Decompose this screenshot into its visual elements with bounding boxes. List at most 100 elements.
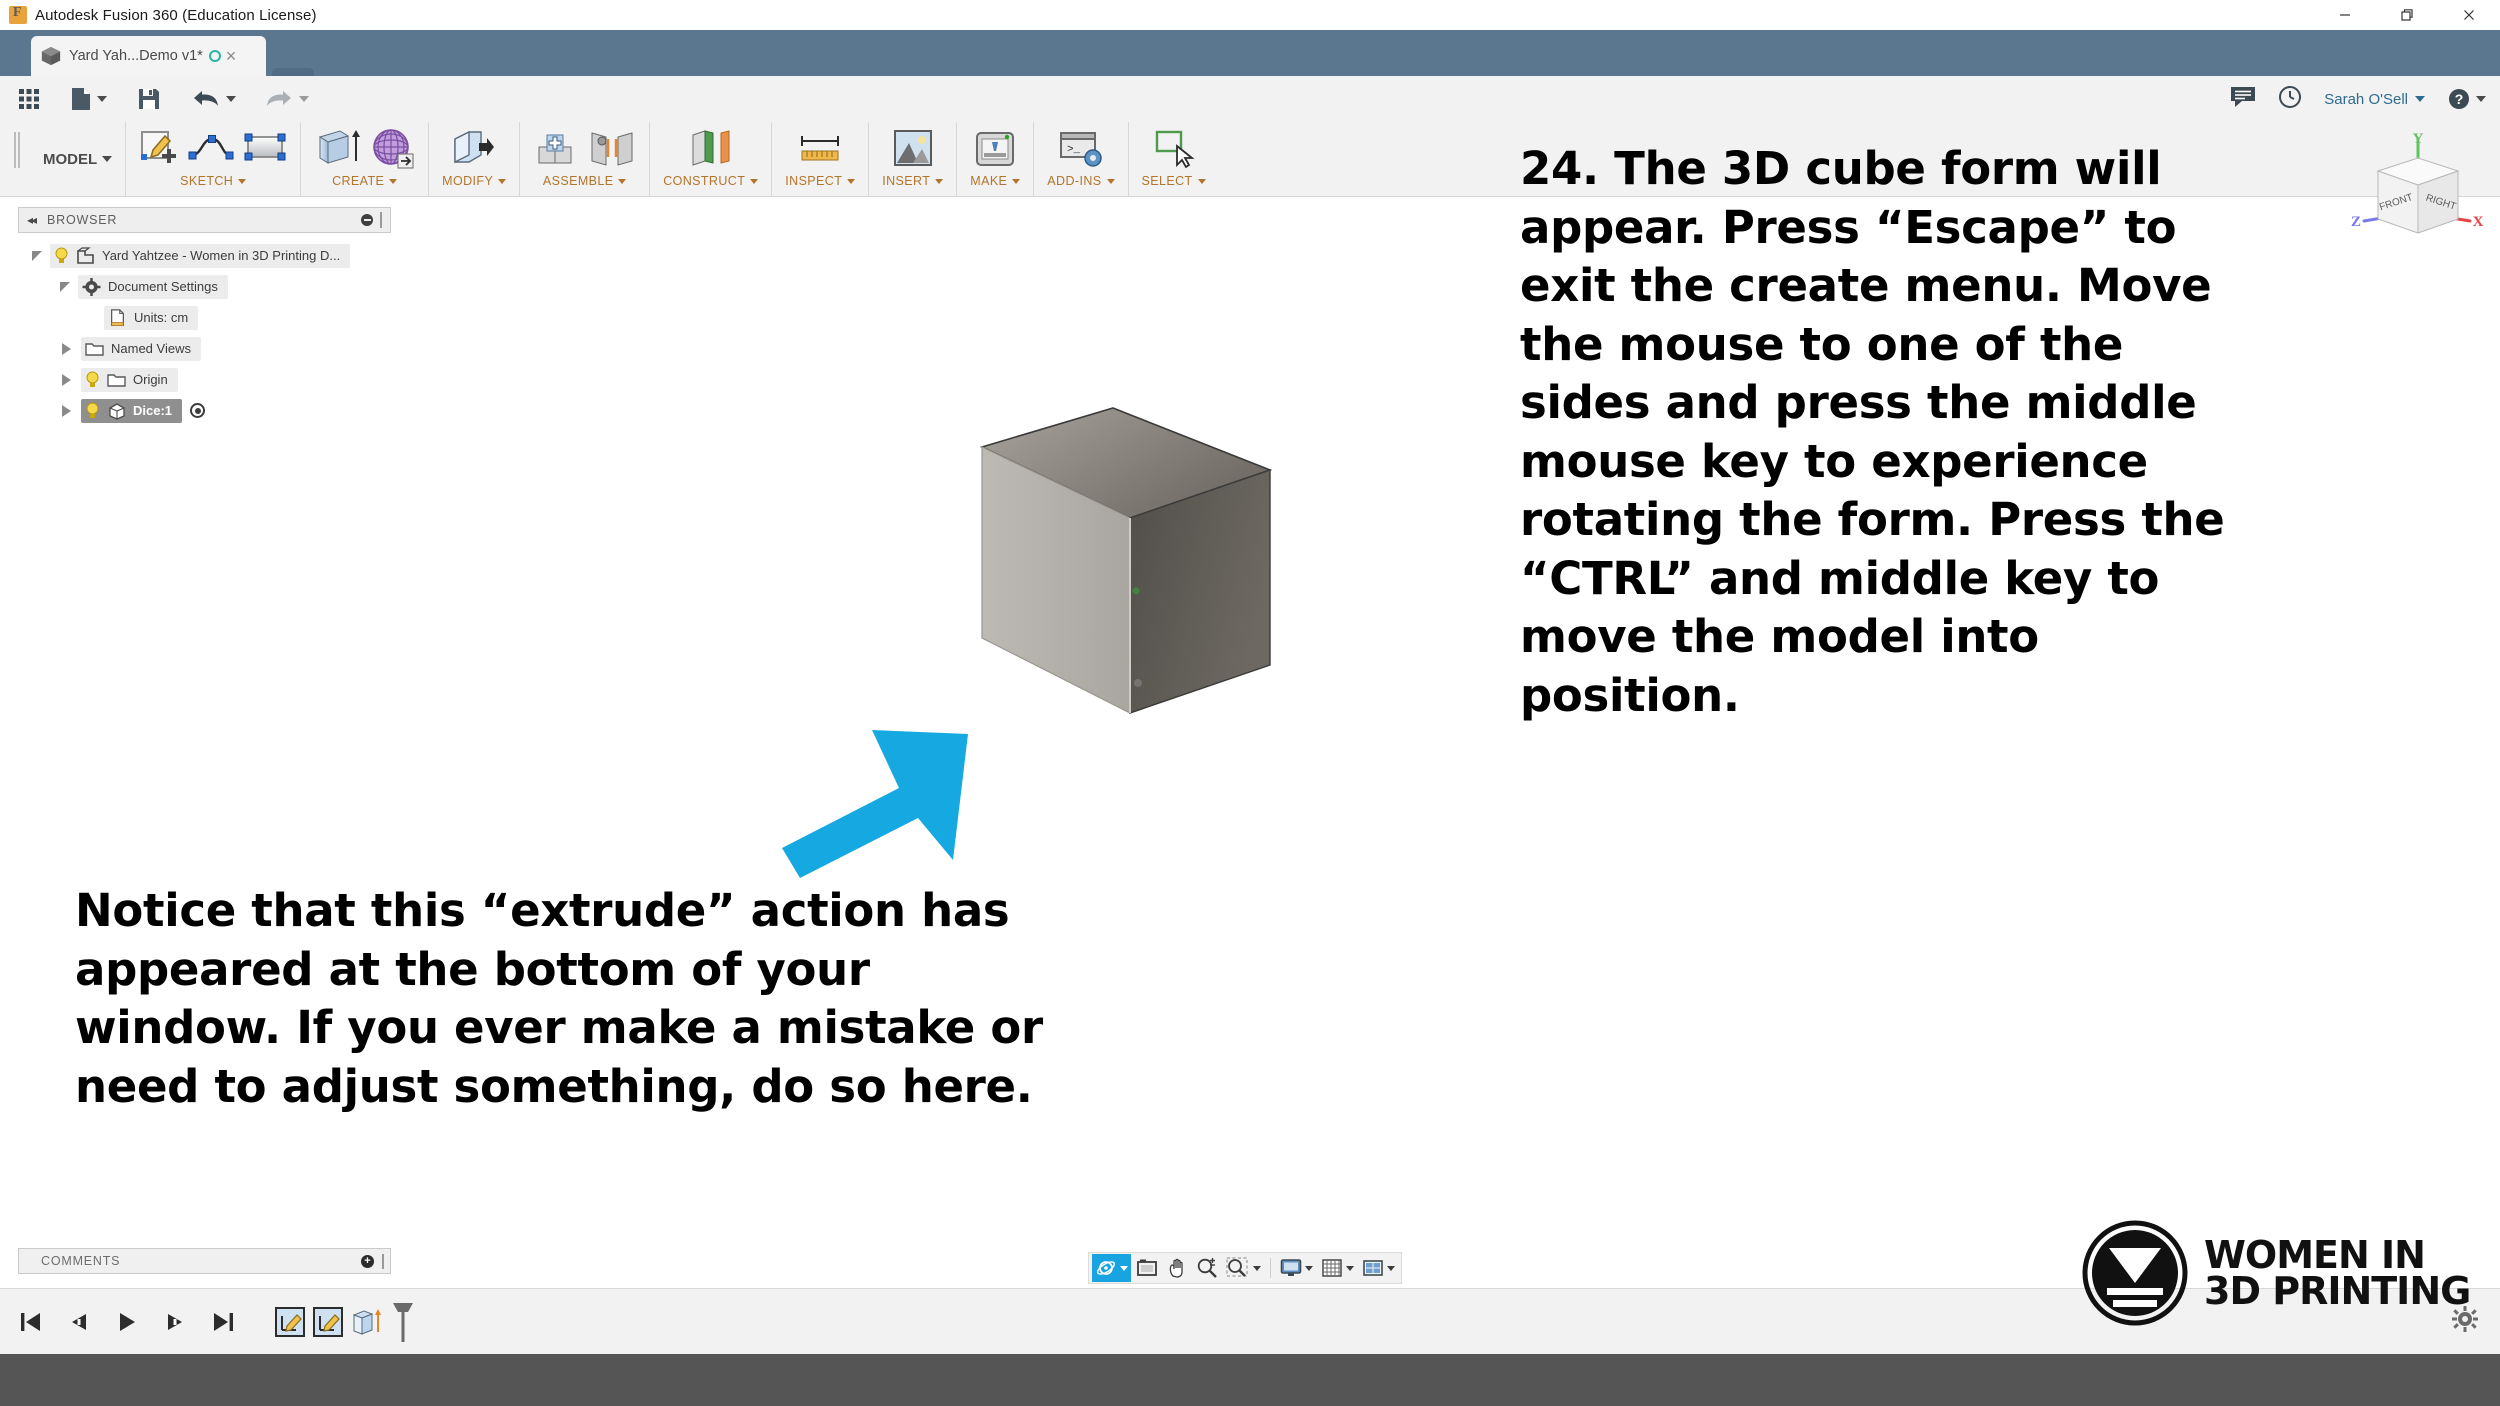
spline-icon[interactable] — [188, 131, 234, 165]
joint-icon[interactable] — [588, 127, 636, 169]
units-document-icon — [111, 308, 124, 326]
ribbon-group-label: ADD-INS — [1047, 174, 1102, 188]
lightbulb-icon[interactable] — [85, 402, 100, 419]
viewports-button[interactable] — [1359, 1254, 1398, 1282]
chevron-down-icon[interactable] — [1106, 178, 1115, 184]
tree-item-units[interactable]: Units: cm — [18, 302, 391, 333]
app-root: Autodesk Fusion 360 (Education License) … — [0, 0, 2500, 1406]
create-sketch-icon[interactable] — [139, 128, 179, 168]
maximize-button[interactable] — [2376, 0, 2438, 30]
chevron-down-icon[interactable] — [1387, 1265, 1395, 1271]
skip-back-icon[interactable] — [18, 1310, 44, 1334]
panel-resize-grip[interactable] — [380, 212, 382, 228]
chevron-down-icon — [102, 156, 113, 162]
minimize-dot-icon[interactable] — [361, 214, 373, 226]
extrude-feature-icon[interactable] — [350, 1306, 384, 1338]
tree-item-document-settings[interactable]: Document Settings — [18, 271, 391, 302]
lightbulb-icon[interactable] — [54, 247, 69, 264]
step-forward-icon[interactable] — [162, 1310, 188, 1334]
chevron-down-icon[interactable] — [1305, 1265, 1313, 1271]
component-icon — [77, 246, 94, 264]
display-settings-button[interactable] — [1277, 1254, 1316, 1282]
rectangle-icon[interactable] — [243, 131, 287, 165]
chevron-down-icon[interactable] — [1253, 1265, 1261, 1271]
model-cube-body[interactable] — [940, 395, 1470, 725]
job-status-button[interactable] — [2278, 85, 2302, 114]
sketch-feature-icon[interactable] — [312, 1306, 344, 1338]
chevron-down-icon[interactable] — [1197, 178, 1206, 184]
sketch-point-marker — [1132, 587, 1140, 595]
zoom-window-tool-button[interactable] — [1223, 1254, 1264, 1282]
pan-tool-button[interactable] — [1163, 1254, 1191, 1282]
scripts-addins-icon[interactable]: >_ — [1057, 127, 1105, 169]
callout-arrow — [760, 710, 1060, 880]
show-data-panel-button[interactable] — [0, 76, 56, 122]
chevron-down-icon[interactable] — [618, 178, 627, 184]
sketch-feature-icon[interactable] — [274, 1306, 306, 1338]
tree-item-named-views[interactable]: Named Views — [18, 333, 391, 364]
comments-panel-button[interactable] — [2230, 86, 2256, 113]
wi3dp-wordmark: WOMEN IN 3D PRINTING — [2204, 1236, 2471, 1310]
chevron-down-icon[interactable] — [1346, 1265, 1354, 1271]
double-chevron-left-icon[interactable]: ◂◂ — [27, 213, 37, 227]
save-button[interactable] — [121, 76, 177, 122]
close-button[interactable] — [2438, 0, 2500, 30]
expand-triangle-icon[interactable] — [60, 281, 70, 292]
axis-x-label: X — [2473, 214, 2484, 230]
minimize-button[interactable] — [2314, 0, 2376, 30]
tree-item-label: Document Settings — [108, 279, 218, 294]
collapse-triangle-icon[interactable] — [62, 373, 71, 386]
floppy-disk-icon — [139, 89, 159, 109]
collapse-triangle-icon[interactable] — [62, 342, 71, 355]
workspace-switcher[interactable]: MODEL — [30, 122, 125, 196]
document-tab[interactable]: Yard Yah...Demo v1* × — [31, 36, 266, 76]
help-menu-button[interactable]: ? — [2447, 87, 2486, 111]
chevron-down-icon[interactable] — [847, 178, 856, 184]
lightbulb-icon[interactable] — [85, 371, 100, 388]
chevron-down-icon[interactable] — [750, 178, 759, 184]
form-sculpt-icon[interactable] — [371, 127, 415, 169]
chevron-down-icon[interactable] — [238, 178, 247, 184]
file-menu-button[interactable] — [56, 76, 121, 122]
timeline-features — [274, 1301, 416, 1343]
chevron-down-icon[interactable] — [935, 178, 944, 184]
undo-button[interactable] — [177, 76, 250, 122]
redo-button[interactable] — [250, 76, 323, 122]
tree-item-origin[interactable]: Origin — [18, 364, 391, 395]
look-at-tool-button[interactable] — [1133, 1254, 1161, 1282]
measure-ruler-icon[interactable] — [796, 127, 844, 169]
skip-forward-icon[interactable] — [210, 1310, 236, 1334]
view-cube[interactable]: Y Z X FRONT RIGHT — [2330, 131, 2490, 253]
tree-item-label: Dice:1 — [133, 403, 173, 418]
user-menu-button[interactable]: Sarah O'Sell — [2324, 91, 2425, 108]
close-tab-icon[interactable]: × — [226, 47, 237, 65]
insert-image-icon[interactable] — [891, 127, 935, 169]
new-component-icon[interactable] — [533, 127, 579, 169]
tree-item-dice[interactable]: Dice:1 — [18, 395, 391, 426]
panel-resize-grip[interactable] — [382, 1253, 384, 1269]
grid-snaps-button[interactable] — [1318, 1254, 1357, 1282]
tree-item-root[interactable]: Yard Yahtzee - Women in 3D Printing D... — [18, 240, 391, 271]
ribbon-group-create: CREATE — [300, 122, 428, 196]
chevron-down-icon[interactable] — [1012, 178, 1021, 184]
step-back-icon[interactable] — [66, 1310, 92, 1334]
timeline-end-marker[interactable] — [390, 1301, 416, 1343]
collapse-triangle-icon[interactable] — [62, 404, 71, 417]
play-icon[interactable] — [114, 1310, 140, 1334]
activate-component-radio[interactable] — [190, 403, 206, 418]
3d-print-icon[interactable] — [973, 127, 1017, 169]
expand-triangle-icon[interactable] — [32, 250, 42, 261]
press-pull-icon[interactable] — [451, 127, 497, 169]
extrude-icon[interactable] — [314, 127, 362, 169]
chevron-down-icon[interactable] — [1120, 1265, 1128, 1271]
chevron-down-icon[interactable] — [389, 178, 398, 184]
select-window-icon[interactable] — [1152, 127, 1196, 169]
ribbon-drag-handle[interactable] — [14, 132, 20, 168]
ribbon-group-modify: MODIFY — [428, 122, 519, 196]
ribbon-group-construct: CONSTRUCT — [649, 122, 771, 196]
offset-plane-icon[interactable] — [687, 127, 735, 169]
zoom-tool-button[interactable] — [1193, 1254, 1221, 1282]
orbit-tool-button[interactable] — [1092, 1254, 1131, 1282]
chevron-down-icon[interactable] — [498, 178, 507, 184]
add-comment-icon[interactable]: + — [361, 1254, 374, 1268]
